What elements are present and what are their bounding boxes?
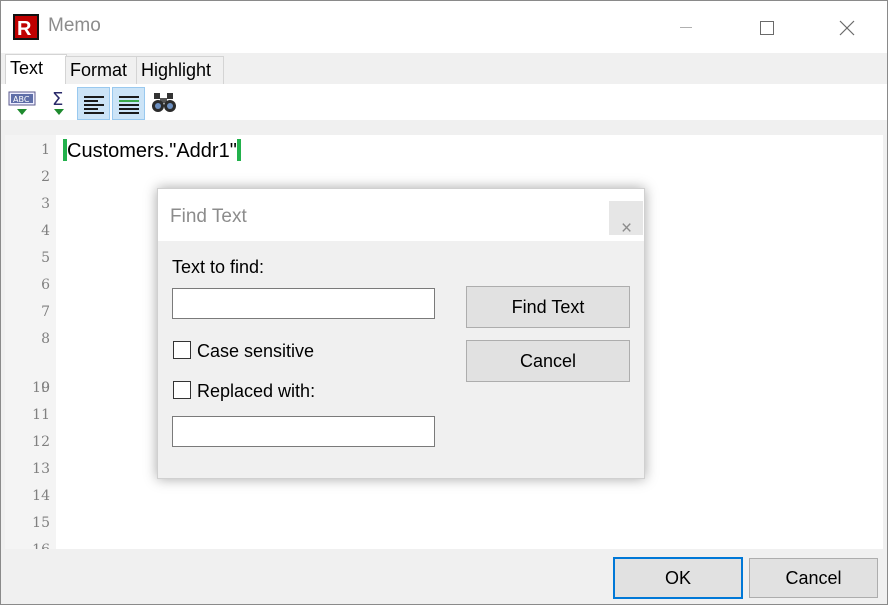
text-to-find-label: Text to find: [172, 257, 265, 277]
tab-text[interactable]: Text [5, 54, 67, 85]
find-text-button[interactable]: Find Text [466, 286, 630, 328]
line-number: 1 [41, 142, 50, 158]
replaced-with-checkbox[interactable] [173, 381, 191, 399]
svg-text:ABC: ABC [13, 95, 30, 104]
close-bracket-marker [236, 139, 241, 161]
replaced-with-label: Replaced with: [197, 381, 316, 401]
text-to-find-input[interactable] [172, 288, 435, 319]
close-button[interactable] [824, 9, 870, 47]
expression-text: Customers."Addr1" [67, 140, 237, 162]
minimize-button[interactable] [663, 9, 709, 47]
tab-format[interactable]: Format [65, 56, 142, 84]
insert-field-button[interactable]: ABC [6, 87, 38, 119]
tab-highlight[interactable]: Highlight [136, 56, 224, 84]
line-number-gutter: 1 2 3 4 5 6 7 8 9 10 11 12 13 14 15 16 [5, 135, 56, 549]
title-bar[interactable]: R Memo [1, 1, 887, 53]
line-number: 2 [41, 169, 50, 185]
maximize-button[interactable] [744, 9, 790, 47]
ok-button[interactable]: OK [613, 557, 743, 599]
aggregate-sum-icon: Σ [52, 89, 64, 115]
find-text-dialog: Find Text × Text to find: Case sensitive… [157, 188, 645, 479]
close-icon: × [621, 218, 633, 239]
align-justify-button[interactable] [112, 87, 145, 120]
window-title: Memo [48, 15, 101, 36]
line-number: 7 [41, 304, 50, 320]
toolbar: ABC Σ [1, 84, 887, 120]
svg-text:Σ: Σ [52, 89, 63, 110]
dialog-close-button[interactable]: × [609, 201, 643, 239]
line-number: 4 [41, 223, 50, 239]
line-number: 13 [32, 461, 50, 477]
align-left-button[interactable] [77, 87, 110, 120]
tab-strip: Text Format Highlight [1, 54, 887, 85]
insert-field-icon: ABC [8, 91, 36, 115]
line-number: 12 [32, 434, 50, 450]
line-number: 14 [32, 488, 50, 504]
aggregate-button[interactable]: Σ [43, 87, 75, 119]
svg-text:R: R [17, 18, 32, 40]
align-justify-icon [118, 95, 139, 114]
close-icon [839, 20, 855, 36]
dialog-cancel-button[interactable]: Cancel [466, 340, 630, 382]
maximize-icon [760, 21, 774, 35]
minimize-icon [680, 27, 692, 28]
line-number: 3 [41, 196, 50, 212]
code-line-1: Customers."Addr1" [63, 139, 241, 163]
line-number: 8 [41, 331, 50, 347]
line-number: 6 [41, 277, 50, 293]
fastreport-logo-icon: R [13, 14, 39, 40]
case-sensitive-label: Case sensitive [197, 341, 315, 361]
cancel-button[interactable]: Cancel [749, 558, 878, 598]
dialog-title: Find Text [170, 206, 247, 227]
find-button[interactable] [148, 87, 180, 119]
replaced-with-input[interactable] [172, 416, 435, 447]
line-number: 15 [32, 515, 50, 531]
find-binoculars-icon [152, 93, 176, 112]
dialog-title-bar[interactable]: Find Text × [158, 189, 644, 241]
case-sensitive-checkbox[interactable] [173, 341, 191, 359]
line-number: 10 [32, 380, 50, 396]
line-number: 5 [41, 250, 50, 266]
line-number: 16 [10, 542, 50, 549]
button-bar: OK Cancel [1, 549, 887, 604]
line-number: 11 [32, 407, 50, 423]
align-left-icon [83, 95, 104, 114]
